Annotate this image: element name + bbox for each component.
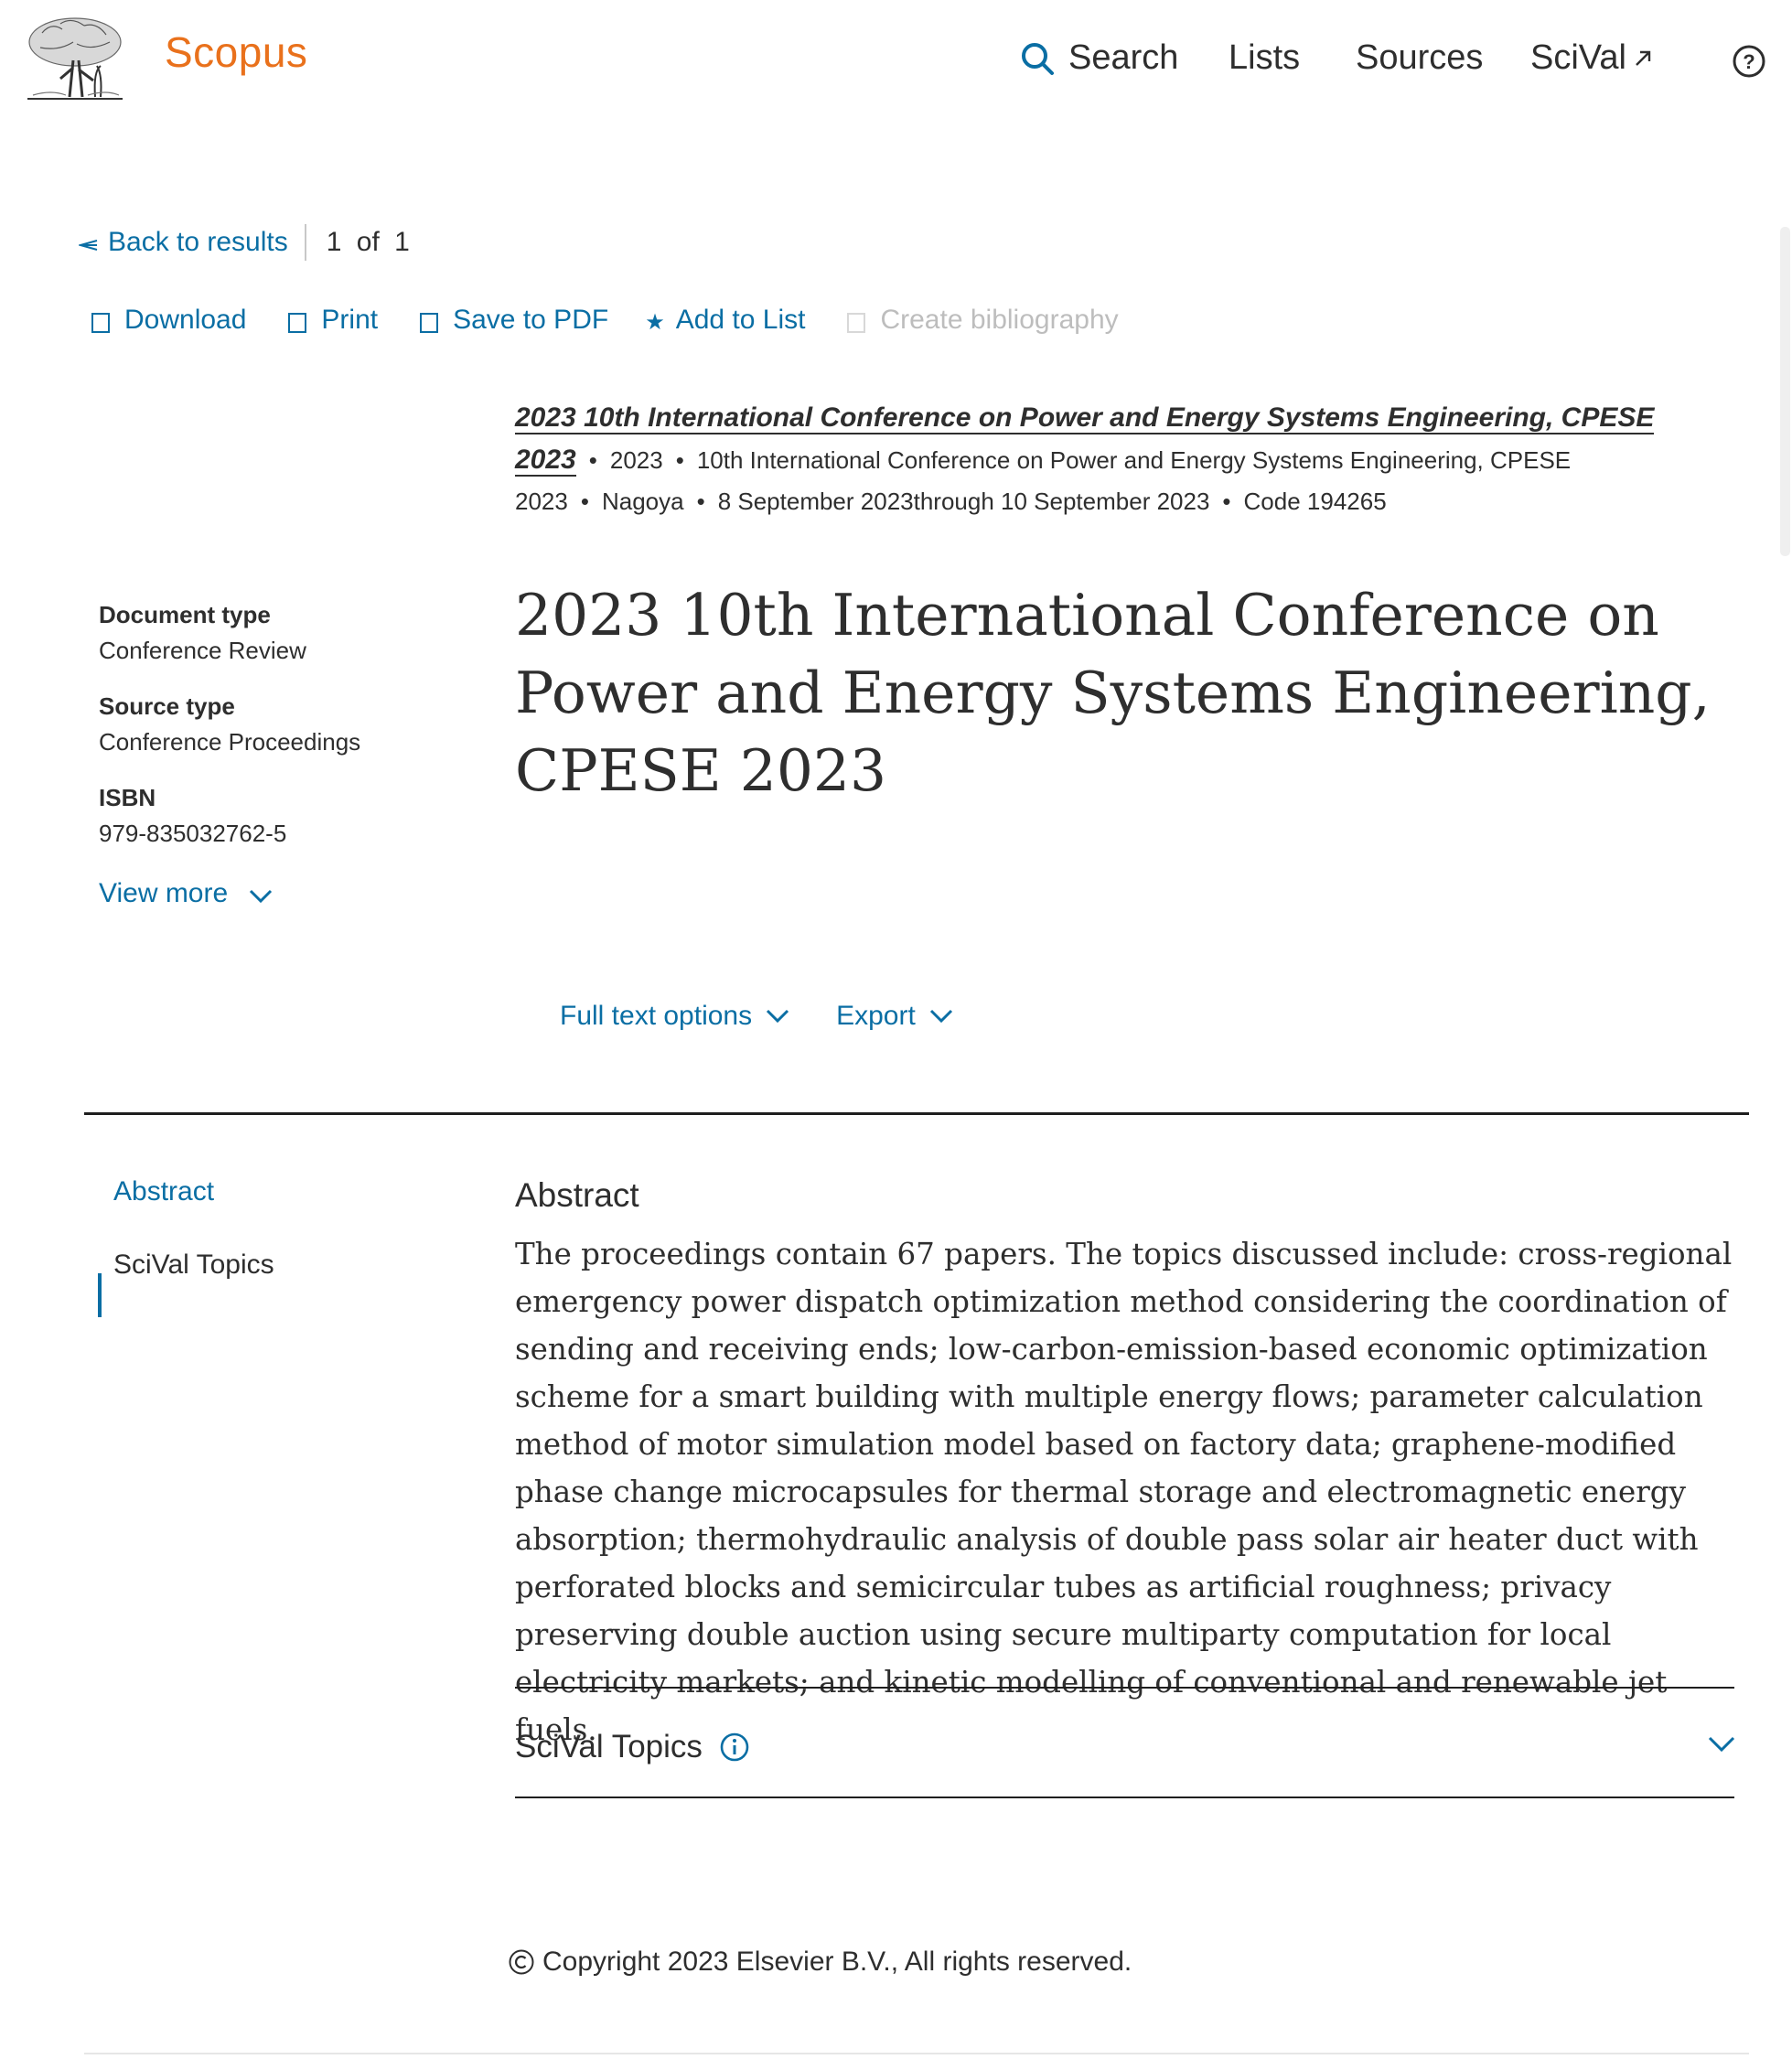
export-label: Export	[836, 1001, 916, 1031]
scival-topics-toggle[interactable]: SciVal Topics	[515, 1729, 750, 1765]
divider	[515, 1797, 1734, 1798]
divider	[515, 1687, 1734, 1689]
view-more-button[interactable]: View more	[99, 878, 274, 909]
print-label: Print	[321, 304, 379, 335]
view-more-label: View more	[99, 878, 229, 908]
section-divider	[84, 1112, 1749, 1115]
save-pdf-label: Save to PDF	[453, 304, 609, 335]
result-pager: 1 of 1	[326, 227, 410, 257]
download-label: Download	[124, 304, 247, 335]
nav-scival[interactable]: SciVal	[1530, 38, 1654, 78]
doc-type-label: Document type	[99, 601, 271, 628]
document-metadata: Document type Conference Review Source t…	[99, 596, 446, 871]
create-bibliography-label: Create bibliography	[880, 304, 1119, 335]
separator	[304, 224, 306, 261]
nav-sources[interactable]: Sources	[1356, 38, 1483, 78]
svg-text:?: ?	[1743, 50, 1754, 73]
source-dates: 8 September 2023through 10 September 202…	[717, 488, 1210, 515]
abstract-heading: Abstract	[515, 1176, 639, 1214]
back-to-results-link[interactable]: Back to results	[79, 227, 288, 258]
checkbox-icon	[420, 312, 439, 333]
source-code: Code 194265	[1243, 488, 1387, 515]
source-type-value: Conference Proceedings	[99, 728, 361, 756]
nav-search[interactable]: Search	[1019, 38, 1178, 78]
download-button[interactable]: Download	[91, 305, 246, 336]
chevron-down-icon	[929, 1009, 952, 1024]
search-icon	[1022, 42, 1054, 75]
footer-divider	[84, 2053, 1749, 2054]
back-to-results-label: Back to results	[108, 227, 288, 257]
info-icon[interactable]	[719, 1732, 750, 1763]
doc-type-value: Conference Review	[99, 637, 306, 664]
left-nav-scival-topics[interactable]: SciVal Topics	[113, 1250, 274, 1281]
document-toolbar: Download Print Save to PDF ★ Add to List…	[91, 304, 1161, 336]
add-to-list-button[interactable]: ★ Add to List	[645, 304, 805, 336]
chevron-down-icon	[250, 889, 273, 904]
document-actions: Full text options Export	[560, 1001, 1000, 1032]
create-bibliography-button[interactable]: Create bibliography	[847, 304, 1119, 336]
add-to-list-label: Add to List	[675, 304, 806, 335]
print-button[interactable]: Print	[288, 305, 378, 336]
document-title: 2023 10th International Conference on Po…	[515, 582, 1711, 804]
checkbox-icon	[288, 312, 307, 333]
source-location: Nagoya	[601, 488, 684, 515]
nav-scival-label: SciVal	[1530, 38, 1626, 77]
star-icon: ★	[645, 310, 665, 335]
full-text-options-label: Full text options	[560, 1001, 753, 1031]
chevron-down-icon	[767, 1009, 789, 1024]
full-text-options-button[interactable]: Full text options	[560, 1001, 790, 1032]
isbn-label: ISBN	[99, 784, 156, 811]
scival-topics-heading: SciVal Topics	[515, 1729, 703, 1764]
nav-lists[interactable]: Lists	[1229, 38, 1300, 78]
save-pdf-button[interactable]: Save to PDF	[420, 305, 608, 336]
checkbox-icon	[847, 312, 866, 333]
help-icon[interactable]: ?	[1732, 44, 1766, 79]
chevron-down-icon[interactable]	[1707, 1733, 1736, 1755]
abstract-text: The proceedings contain 67 papers. The t…	[515, 1237, 1733, 1747]
elsevier-tree-logo[interactable]	[24, 15, 126, 102]
source-year: 2023	[609, 446, 663, 474]
source-info: 2023 10th International Conference on Po…	[515, 402, 1655, 515]
left-nav-abstract[interactable]: Abstract	[113, 1176, 214, 1207]
copyright-notice: Copyright 2023 Elsevier B.V., All rights…	[508, 1947, 1132, 1978]
external-link-icon	[1636, 50, 1651, 66]
isbn-value: 979-835032762-5	[99, 820, 287, 847]
copyright-icon	[509, 1949, 534, 1975]
scopus-brand[interactable]: Scopus	[165, 27, 307, 77]
back-arrow-icon	[79, 240, 98, 251]
copyright-text: Copyright 2023 Elsevier B.V., All rights…	[542, 1947, 1132, 1977]
results-navigation: Back to results 1 of 1	[79, 224, 410, 261]
source-type-label: Source type	[99, 692, 235, 720]
scrollbar[interactable]	[1780, 227, 1790, 556]
nav-search-label: Search	[1068, 38, 1179, 77]
export-button[interactable]: Export	[836, 1001, 954, 1032]
left-nav-active-indicator	[98, 1273, 102, 1317]
checkbox-icon	[91, 312, 110, 333]
